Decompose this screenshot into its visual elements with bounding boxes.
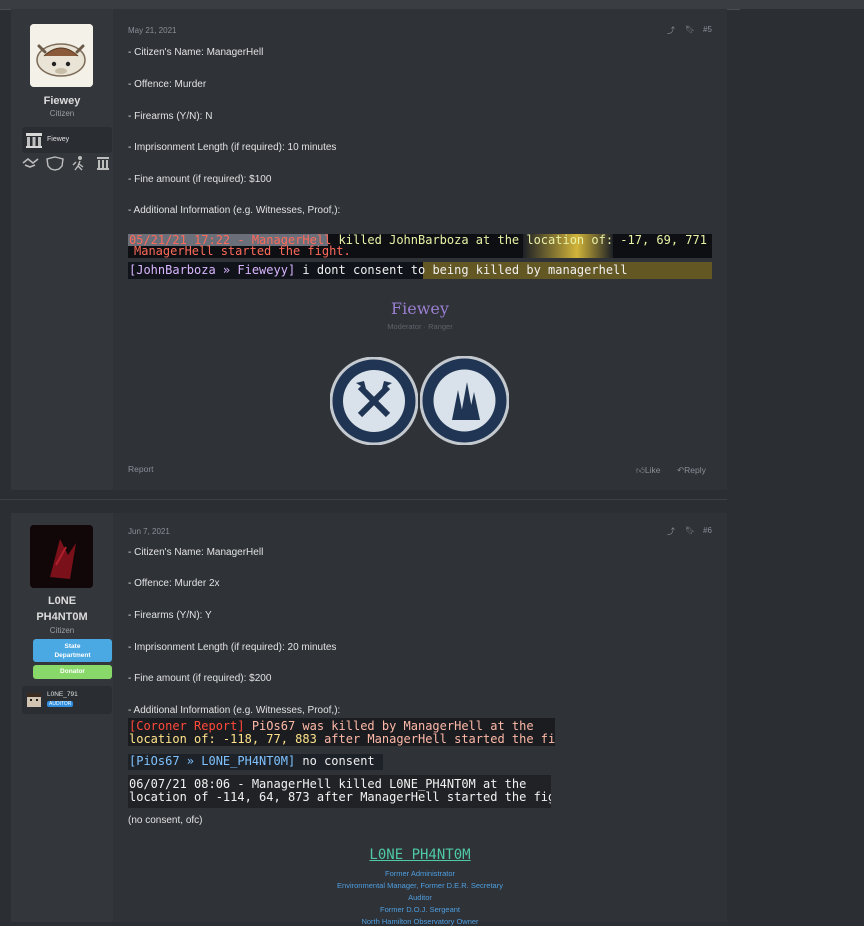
post-number[interactable]: #6 [703, 526, 712, 535]
user-title: Citizen [49, 626, 75, 635]
signature-role: Former D.O.J. Sergeant [379, 905, 461, 914]
evidence-screenshot[interactable]: [JohnBarboza » Fieweyy] i dont consent t… [128, 262, 712, 279]
field-imprisonment: - Imprisonment Length (if required): 10 … [128, 142, 337, 153]
signature-name: Fiewey [391, 299, 449, 318]
evidence-screenshot[interactable]: [Coroner Report] PiOs67 was killed by Ma… [128, 718, 555, 746]
coroner-report-location: location of: -118, 77, 883 [129, 732, 317, 746]
death-log-text-2: ManagerHell started the fight. [134, 244, 351, 258]
avatar[interactable] [30, 525, 93, 588]
field-firearms: - Firearms (Y/N): N [128, 111, 213, 122]
post-date[interactable]: May 21, 2021 [128, 26, 176, 35]
signature-role: Environmental Manager, Former D.E.R. Sec… [337, 881, 503, 890]
post-date[interactable]: Jun 7, 2021 [128, 527, 170, 536]
coroner-report-text-2: after ManagerHell started the fight. [324, 732, 555, 746]
field-citizen-name: - Citizen's Name: ManagerHell [128, 547, 264, 558]
chat-message-header: [JohnBarboza » Fieweyy] [129, 263, 296, 277]
signature-role: Former Administrator [384, 869, 456, 878]
share-icon[interactable]: ⤴ [667, 25, 675, 36]
field-additional-info: - Additional Information (e.g. Witnesses… [128, 705, 341, 716]
username[interactable]: L0NE PH4NT0M [27, 593, 97, 625]
like-button[interactable]: 👍︎Like [636, 465, 660, 476]
field-firearms: - Firearms (Y/N): Y [128, 610, 212, 621]
user-badges [22, 155, 112, 171]
field-additional-info: - Additional Information (e.g. Witnesses… [128, 205, 341, 216]
user-banner: L0NE_791 AUDITOR [22, 686, 112, 714]
user-banner: Fiewey [22, 127, 112, 153]
der-seal-icon [419, 355, 510, 446]
field-fine: - Fine amount (if required): $100 [128, 174, 272, 185]
staff-seal-icon [329, 356, 419, 446]
death-log-text-2: location of -114, 64, 873 after ManagerH… [129, 790, 551, 804]
chat-message-body: i dont consent to being killed by manage… [295, 263, 628, 277]
signature-name: L0NE PH4NT0M [369, 847, 471, 863]
bison-avatar-icon [30, 24, 93, 87]
dark-emblem-avatar-icon [30, 525, 93, 588]
banner-name: Fiewey [47, 136, 70, 143]
share-icon[interactable]: ⤴ [667, 526, 675, 537]
coroner-report-text: PiOs67 was killed by ManagerHell at the [244, 719, 534, 733]
staff-seal [329, 356, 419, 446]
chat-message-header: [PiOs67 » L0NE_PH4NT0M] [129, 754, 296, 768]
columns-icon [97, 157, 109, 170]
death-log-text: killed JohnBarboza at the location of: -… [331, 234, 712, 247]
donator-badge: Donator [33, 665, 112, 679]
avatar[interactable] [30, 24, 93, 87]
bookmark-icon[interactable]: 🔖︎ [685, 526, 695, 535]
field-offence: - Offence: Murder [128, 79, 207, 90]
player-head-icon [27, 693, 41, 707]
evidence-screenshot[interactable]: 06/07/21 08:06 - ManagerHell killed L0NE… [128, 775, 551, 808]
hiker-icon [72, 156, 84, 171]
shield-icon [46, 156, 64, 171]
field-offence: - Offence: Murder 2x [128, 578, 220, 589]
chat-message-body: no consent [295, 754, 375, 768]
coroner-report-tag: [Coroner Report] [129, 719, 245, 733]
bookmark-icon[interactable]: 🔖︎ [685, 25, 695, 34]
right-gutter [740, 9, 864, 922]
building-icon [26, 133, 42, 148]
signature-role: Auditor [408, 893, 432, 902]
post-5: Fiewey Citizen Fiewey May 21, 2021 ⤴ 🔖︎ [0, 9, 740, 499]
reply-button[interactable]: ↶Reply [677, 465, 706, 476]
state-department-badge: State Department [33, 639, 112, 662]
field-citizen-name: - Citizen's Name: ManagerHell [128, 47, 264, 58]
post-6: L0NE PH4NT0M Citizen State Department Do… [0, 513, 740, 926]
auditor-tag: AUDITOR [47, 701, 74, 707]
signature-subtitle: Moderator · Ranger [387, 322, 453, 331]
user-cell: Fiewey Citizen Fiewey [11, 9, 113, 490]
handshake-icon [22, 157, 39, 168]
username[interactable]: Fiewey [11, 93, 113, 109]
field-fine: - Fine amount (if required): $200 [128, 673, 272, 684]
user-cell: L0NE PH4NT0M Citizen State Department Do… [11, 513, 113, 922]
evidence-screenshot[interactable]: [PiOs67 » L0NE_PH4NT0M] no consent [128, 754, 383, 770]
post-note: (no consent, ofc) [128, 815, 203, 826]
report-link[interactable]: Report [128, 464, 154, 474]
der-seal [419, 355, 510, 446]
evidence-screenshot[interactable]: 05/21/21 17:22 - ManagerHell killed John… [128, 234, 712, 258]
post-separator [0, 500, 740, 513]
field-imprisonment: - Imprisonment Length (if required): 20 … [128, 642, 337, 653]
banner-name: L0NE_791 [47, 691, 78, 698]
post-number[interactable]: #5 [703, 25, 712, 34]
thumbs-up-icon: 👍︎ [636, 465, 645, 475]
user-title: Citizen [49, 109, 75, 118]
